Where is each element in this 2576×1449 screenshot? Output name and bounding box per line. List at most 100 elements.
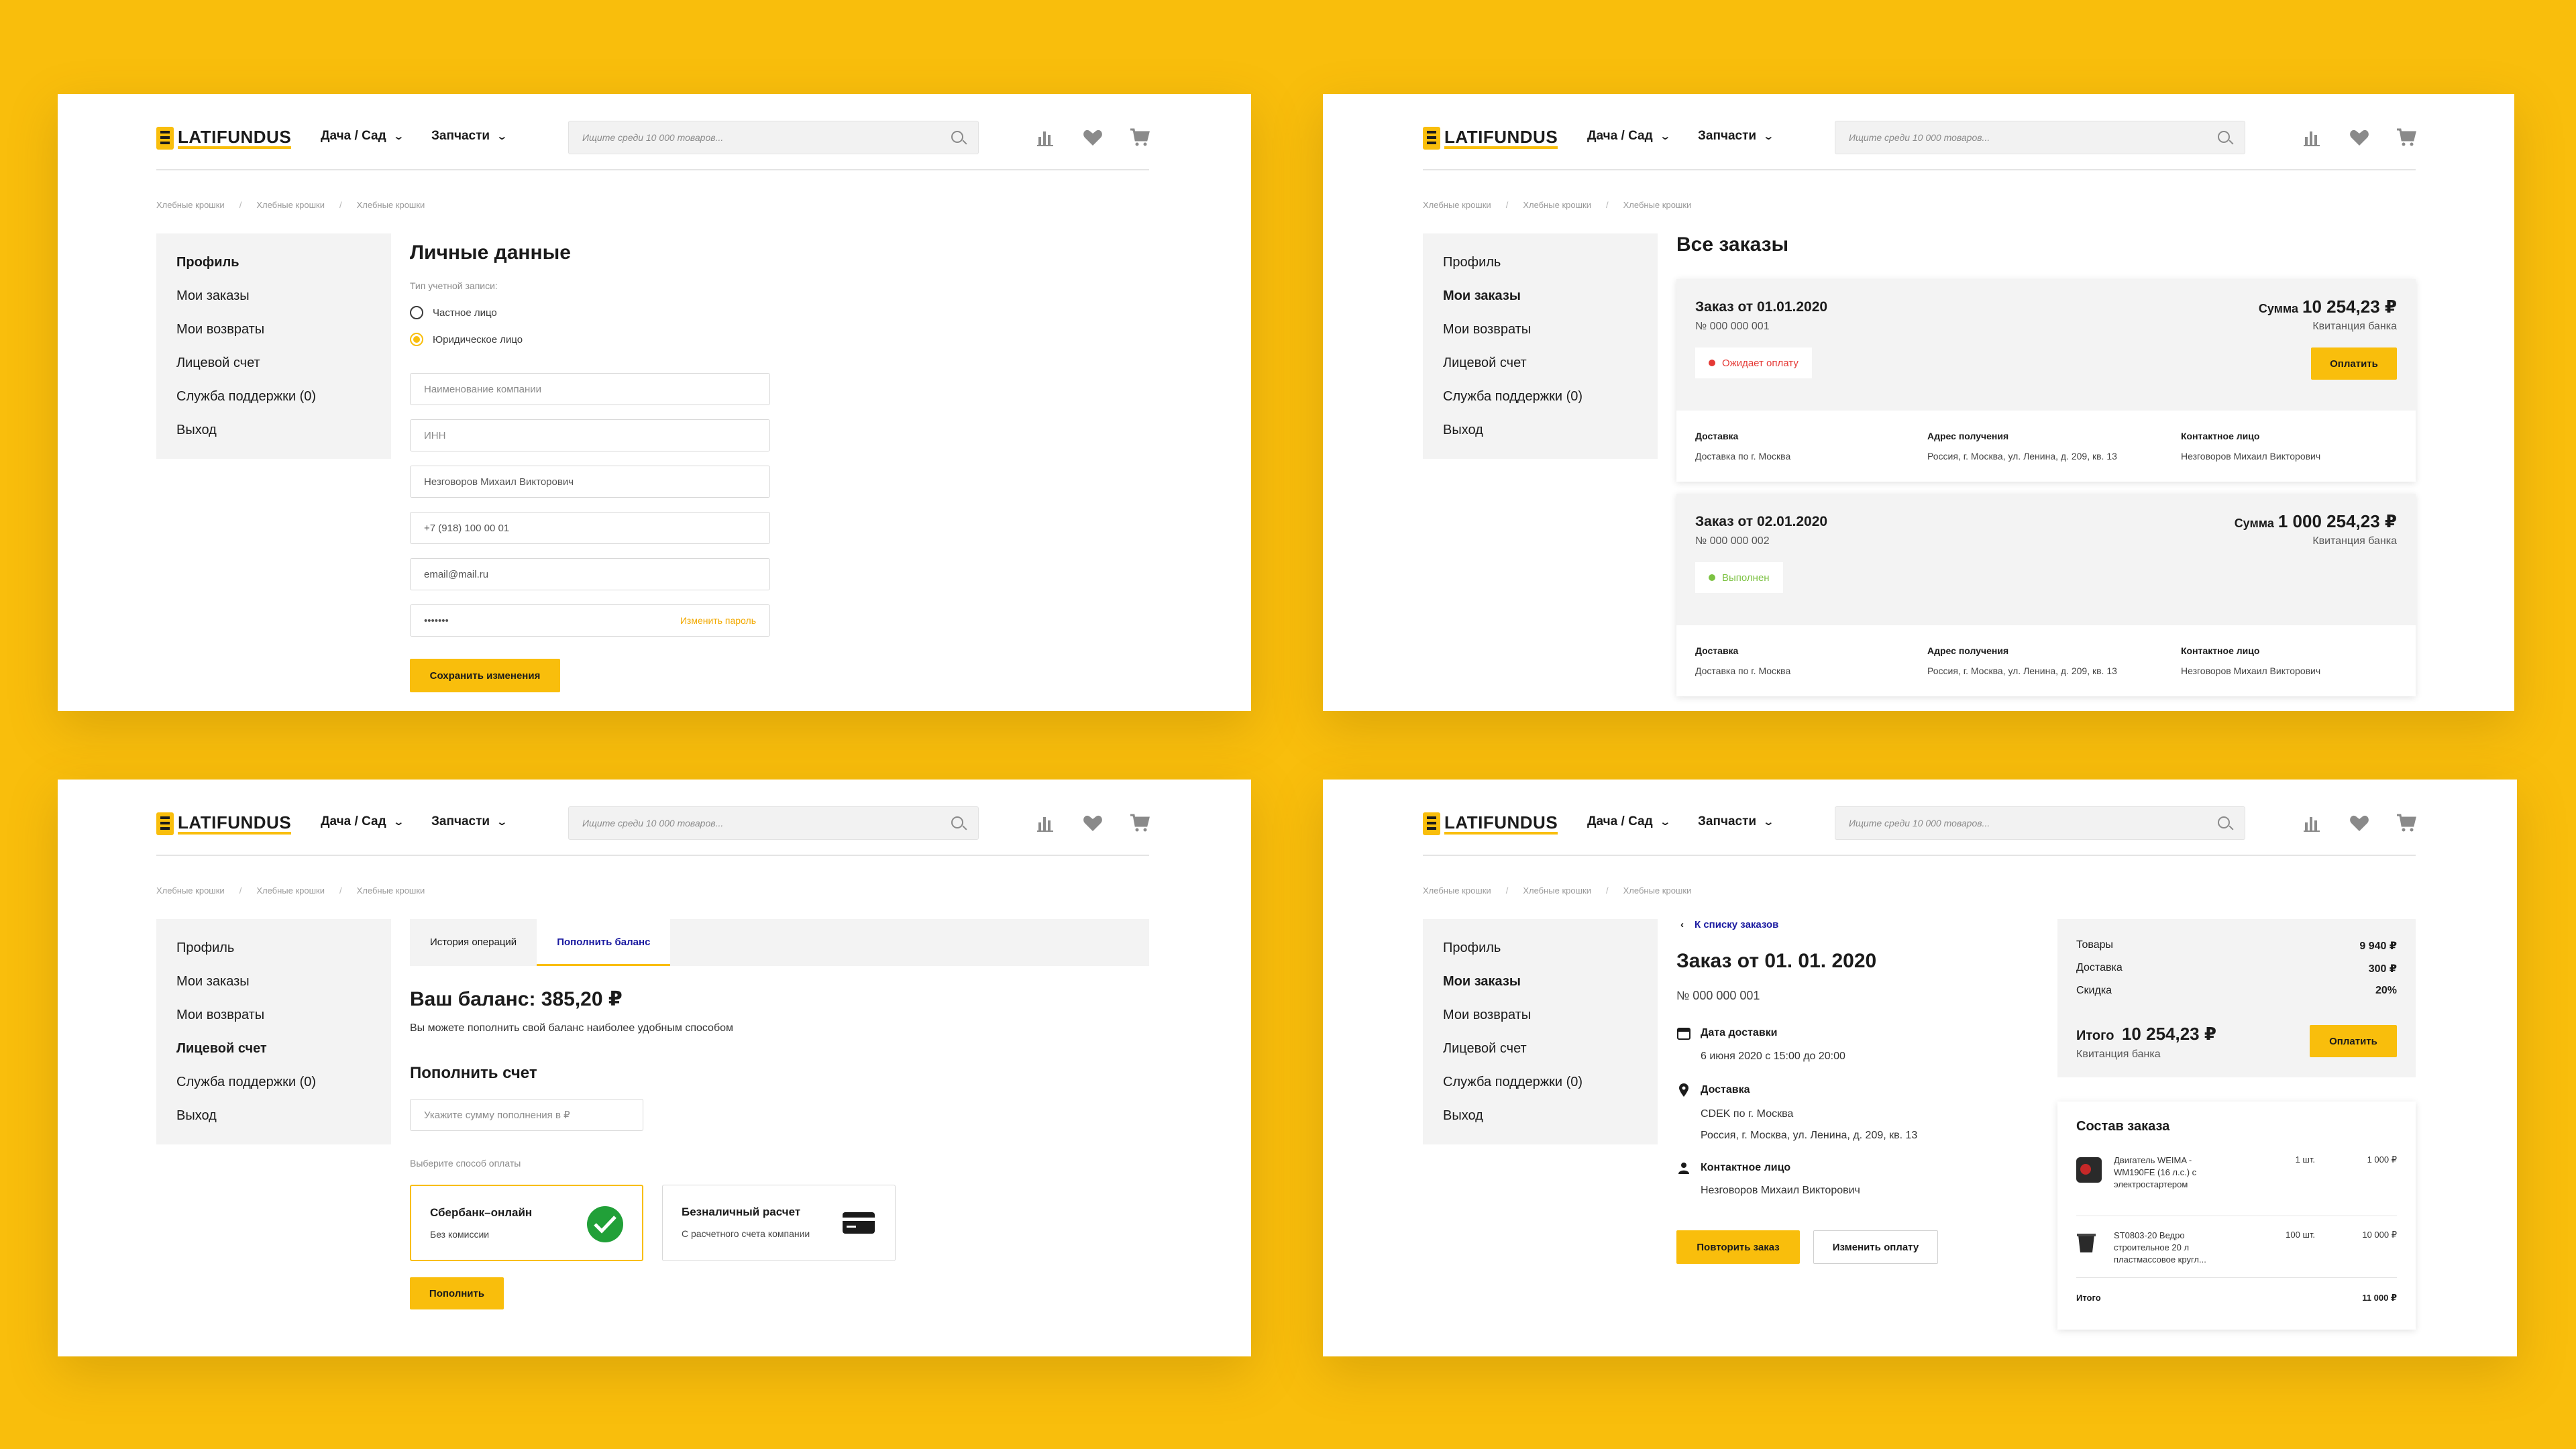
search-input[interactable]: Ищите среди 10 000 товаров... [568, 121, 979, 154]
logo[interactable]: LATIFUNDUS [156, 810, 292, 837]
logo[interactable]: LATIFUNDUS [156, 125, 292, 152]
nav-zapchasti[interactable]: Запчасти ⌄ [431, 814, 508, 829]
password-field[interactable]: ••••••• Изменить пароль [410, 604, 770, 637]
address-value: Россия, г. Москва, ул. Ленина, д. 209, к… [1927, 665, 2117, 676]
compare-icon[interactable] [2302, 127, 2323, 148]
heart-icon[interactable] [2349, 127, 2370, 148]
site-header: LATIFUNDUS Дача / Сад ⌄ Запчасти ⌄ Ищите с… [1423, 806, 2416, 856]
save-changes-button[interactable]: Сохранить изменения [410, 659, 560, 692]
address-value: Россия, г. Москва, ул. Ленина, д. 209, к… [1927, 451, 2117, 462]
nav-dacha-sad[interactable]: Дача / Сад ⌄ [321, 129, 405, 144]
sidebar-item-orders[interactable]: Мои заказы [1423, 279, 1658, 313]
sberbank-icon [587, 1206, 623, 1242]
receipt-link[interactable]: Квитанция банка [2312, 321, 2397, 333]
sidebar-item-account[interactable]: Лицевой счет [1423, 346, 1658, 380]
sidebar-item-support[interactable]: Служба поддержки (0) [1423, 1065, 1658, 1099]
logo-icon [1423, 812, 1440, 835]
sidebar-item-profile[interactable]: Профиль [1423, 931, 1658, 965]
sidebar-item-returns[interactable]: Мои возвраты [1423, 313, 1658, 346]
nav-zapchasti[interactable]: Запчасти ⌄ [1698, 129, 1774, 144]
order-detail-screen: LATIFUNDUS Дача / Сад ⌄ Запчасти ⌄ Ищите с… [1323, 780, 2517, 1356]
sidebar-item-returns[interactable]: Мои возвраты [156, 998, 391, 1032]
sidebar-item-support[interactable]: Служба поддержки (0) [1423, 380, 1658, 413]
back-to-orders-link[interactable]: ‹ К списку заказов [1680, 919, 1778, 930]
radio-legal[interactable]: Юридическое лицо [410, 327, 523, 352]
delivery-date-value: 6 июня 2020 с 15:00 до 20:00 [1701, 1051, 1845, 1062]
search-input[interactable]: Ищите среди 10 000 товаров... [1835, 121, 2245, 154]
compare-icon[interactable] [2302, 813, 2323, 833]
search-input[interactable]: Ищите среди 10 000 товаров... [1835, 806, 2245, 840]
sidebar-item-orders[interactable]: Мои заказы [156, 965, 391, 998]
pay-button[interactable]: Оплатить [2311, 347, 2397, 380]
logo[interactable]: LATIFUNDUS [1423, 810, 1558, 837]
sidebar-item-orders[interactable]: Мои заказы [1423, 965, 1658, 998]
account-sidebar: Профиль Мои заказы Мои возвраты Лицевой … [156, 233, 391, 459]
status-dot [1709, 574, 1715, 581]
receipt-link[interactable]: Квитанция банка [2312, 535, 2397, 547]
order-title[interactable]: Заказ от 02.01.2020 [1695, 514, 1827, 530]
cart-icon[interactable] [1129, 813, 1150, 833]
heart-icon[interactable] [1082, 813, 1104, 833]
change-password-link[interactable]: Изменить пароль [680, 615, 756, 626]
sidebar-item-profile[interactable]: Профиль [156, 931, 391, 965]
phone-field[interactable]: +7 (918) 100 00 01 [410, 512, 770, 544]
sidebar-item-orders[interactable]: Мои заказы [156, 279, 391, 313]
cart-icon[interactable] [1129, 127, 1150, 148]
radio-circle-selected[interactable] [410, 333, 423, 346]
order-summary: Товары 9 940 ₽ Доставка 300 ₽ Скидка 20% Ит… [2057, 919, 2416, 1077]
email-field[interactable]: email@mail.ru [410, 558, 770, 590]
list-item[interactable]: ST0803-20 Ведро строительное 20 л пластм… [2076, 1216, 2397, 1278]
payment-method-cashless[interactable]: Безналичный расчет С расчетного счета ко… [662, 1185, 896, 1261]
compare-icon[interactable] [1035, 127, 1057, 148]
radio-circle[interactable] [410, 306, 423, 319]
contact-value: Незговоров Михаил Викторович [1701, 1185, 1860, 1196]
sidebar-item-returns[interactable]: Мои возвраты [1423, 998, 1658, 1032]
search-icon[interactable] [2218, 131, 2230, 143]
search-icon[interactable] [951, 131, 963, 143]
list-item[interactable]: Двигатель WEIMA - WM190FE (16 л.с.) с эл… [2076, 1155, 2397, 1216]
sidebar-item-support[interactable]: Служба поддержки (0) [156, 380, 391, 413]
tab-history[interactable]: История операций [410, 919, 537, 966]
topup-button[interactable]: Пополнить [410, 1277, 504, 1309]
heart-icon[interactable] [2349, 813, 2370, 833]
search-icon[interactable] [951, 816, 963, 828]
company-name-field[interactable]: Наименование компании [410, 373, 770, 405]
nav-dacha-sad[interactable]: Дача / Сад ⌄ [1587, 129, 1671, 144]
nav-dacha-sad[interactable]: Дача / Сад ⌄ [321, 814, 405, 829]
amount-input[interactable]: Укажите сумму пополнения в ₽ [410, 1099, 643, 1131]
nav-zapchasti[interactable]: Запчасти ⌄ [1698, 814, 1774, 829]
nav-dacha-sad[interactable]: Дача / Сад ⌄ [1587, 814, 1671, 829]
search-input[interactable]: Ищите среди 10 000 товаров... [568, 806, 979, 840]
heart-icon[interactable] [1082, 127, 1104, 148]
nav-zapchasti[interactable]: Запчасти ⌄ [431, 129, 508, 144]
sidebar-item-logout[interactable]: Выход [1423, 1099, 1658, 1132]
sidebar-item-logout[interactable]: Выход [156, 1099, 391, 1132]
full-name-field[interactable]: Незговоров Михаил Викторович [410, 466, 770, 498]
cart-icon[interactable] [2396, 127, 2417, 148]
tab-topup[interactable]: Пополнить баланс [537, 919, 671, 966]
sidebar-item-account[interactable]: Лицевой счет [156, 346, 391, 380]
order-card[interactable]: Заказ от 02.01.2020 № 000 000 002 Сумма 1… [1676, 494, 2416, 696]
order-title[interactable]: Заказ от 01.01.2020 [1695, 299, 1827, 315]
cart-icon[interactable] [2396, 813, 2417, 833]
inn-field[interactable]: ИНН [410, 419, 770, 451]
sidebar-item-profile[interactable]: Профиль [156, 246, 391, 279]
logo[interactable]: LATIFUNDUS [1423, 125, 1558, 152]
change-payment-button[interactable]: Изменить оплату [1813, 1230, 1938, 1264]
sidebar-item-logout[interactable]: Выход [1423, 413, 1658, 447]
radio-private[interactable]: Частное лицо [410, 301, 497, 325]
sidebar-item-profile[interactable]: Профиль [1423, 246, 1658, 279]
payment-method-sberbank[interactable]: Сбербанк–онлайн Без комиссии [410, 1185, 643, 1261]
sidebar-item-support[interactable]: Служба поддержки (0) [156, 1065, 391, 1099]
order-sum: Сумма 10 254,23 ₽ [2258, 297, 2397, 317]
sidebar-item-logout[interactable]: Выход [156, 413, 391, 447]
sidebar-item-account[interactable]: Лицевой счет [1423, 1032, 1658, 1065]
order-card[interactable]: Заказ от 01.01.2020 № 000 000 001 Сумма 1… [1676, 279, 2416, 482]
sidebar-item-account[interactable]: Лицевой счет [156, 1032, 391, 1065]
compare-icon[interactable] [1035, 813, 1057, 833]
repeat-order-button[interactable]: Повторить заказ [1676, 1230, 1800, 1264]
sidebar-item-returns[interactable]: Мои возвраты [156, 313, 391, 346]
order-number: № 000 000 001 [1676, 989, 1760, 1002]
pay-button[interactable]: Оплатить [2310, 1025, 2397, 1057]
search-icon[interactable] [2218, 816, 2230, 828]
